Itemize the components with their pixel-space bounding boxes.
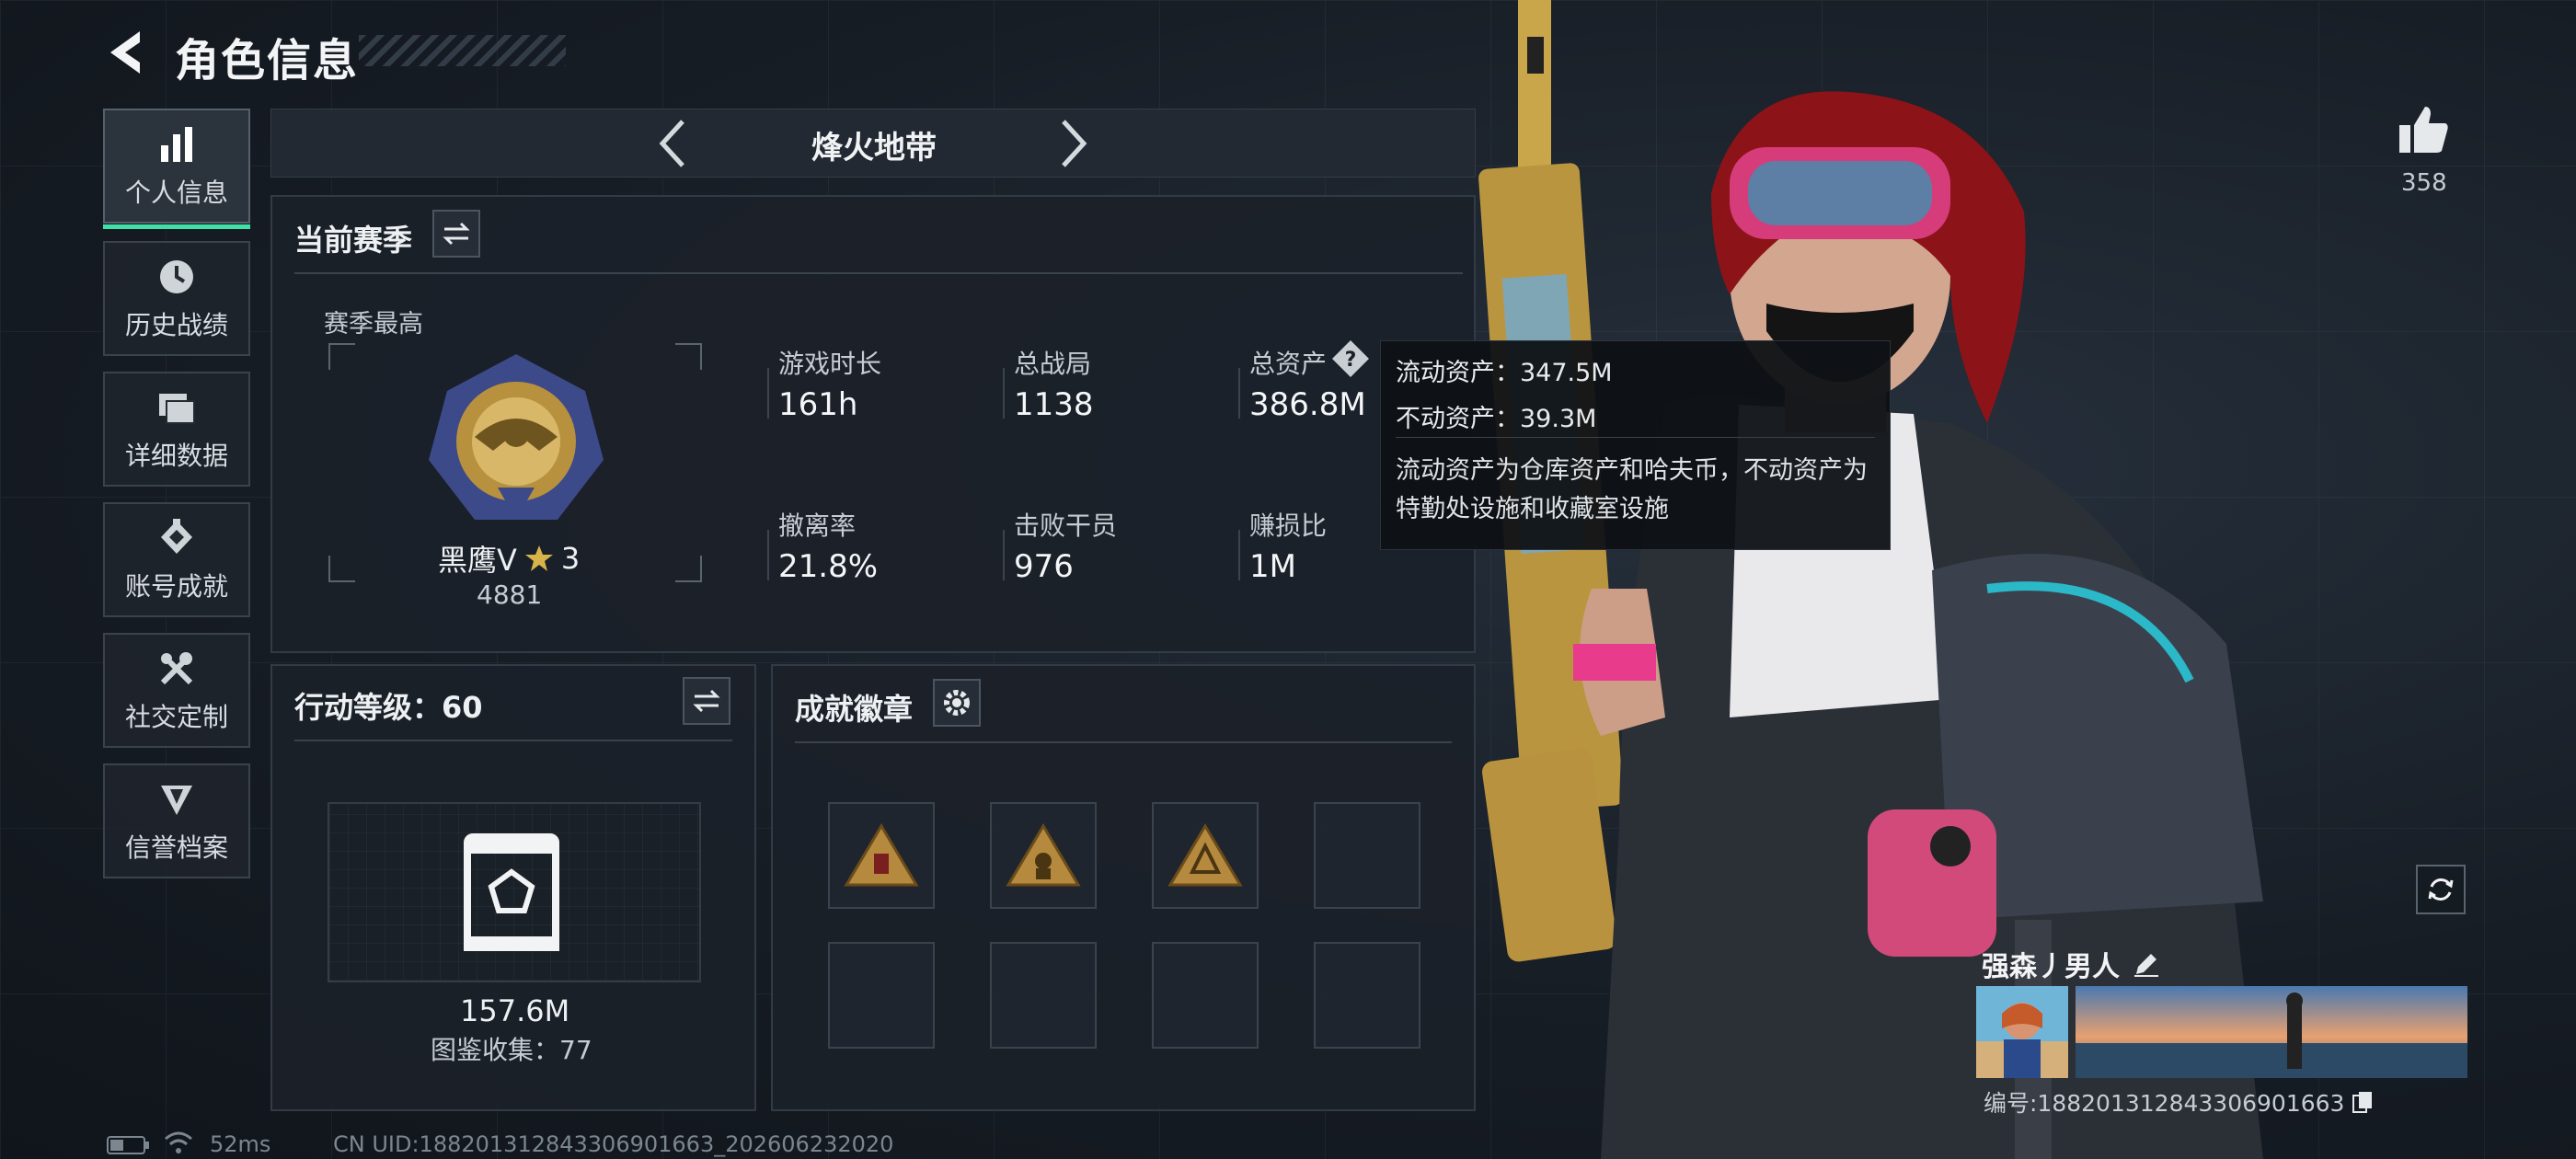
rank-emblem-icon — [429, 354, 604, 520]
badge-slot-3[interactable] — [1152, 802, 1259, 909]
star-icon — [524, 545, 553, 571]
divider — [294, 272, 1463, 274]
nav-item-history[interactable]: 历史战绩 — [103, 241, 250, 356]
folders-icon — [159, 393, 195, 424]
nav-item-achievements[interactable]: 账号成就 — [103, 502, 250, 617]
assets-tooltip: 流动资产：347.5M 不动资产：39.3M 流动资产为仓库资产和哈夫币，不动资… — [1380, 340, 1891, 550]
stat-value-profit-ratio: 1M — [1249, 548, 1296, 585]
badges-title: 成就徽章 — [795, 692, 914, 727]
player-id: 编号:18820131284330690​1663 — [1984, 1090, 2345, 1117]
character-illustration — [1478, 0, 2263, 1159]
chevron-right-icon[interactable] — [1054, 118, 1091, 169]
badge-slot-2[interactable] — [990, 802, 1097, 909]
stat-label-total-assets: 总资产 — [1249, 349, 1328, 379]
rank-stars: 3 — [560, 541, 581, 576]
stat-value-operators-defeated: 976 — [1014, 548, 1074, 585]
stat-value-extract-rate: 21.8% — [778, 548, 879, 585]
player-name: 强森丿男人 — [1982, 951, 2120, 983]
stat-value-total-matches: 1138 — [1014, 386, 1094, 423]
stat-separator — [1003, 530, 1005, 580]
badge-slot-7[interactable] — [1152, 942, 1259, 1049]
tools-icon — [160, 651, 193, 684]
ping-value: 52ms — [210, 1131, 271, 1157]
action-level-title: 行动等级：60 — [294, 690, 483, 725]
collection-value: 157.6M — [460, 993, 570, 1028]
mode-title: 烽火地带 — [811, 130, 937, 166]
stat-separator — [1238, 368, 1240, 419]
page-title: 角色信息 — [175, 35, 360, 86]
triangle-badge-icon — [844, 823, 919, 887]
bar-chart-icon — [161, 126, 192, 162]
like-count: 358 — [2401, 169, 2447, 197]
player-id-row: 编号:18820131284330690​1663 — [1984, 1085, 2374, 1119]
gear-icon — [944, 690, 970, 716]
nav-item-social-custom[interactable]: 社交定制 — [103, 633, 250, 748]
season-title: 当前赛季 — [294, 223, 413, 258]
stat-separator — [767, 530, 769, 580]
badge-slot-8[interactable] — [1314, 942, 1420, 1049]
swap-icon — [443, 222, 470, 246]
achievement-icon — [161, 518, 192, 554]
nav-item-detail-data[interactable]: 详细数据 — [103, 372, 250, 487]
divider — [294, 740, 732, 741]
uid-text: CN UID:18820131284330690​1663_2026062320… — [333, 1131, 894, 1157]
triangle-badge-icon — [1167, 823, 1243, 887]
triangle-badge-icon — [1006, 823, 1081, 887]
nav-item-credit-record[interactable]: 信誉档案 — [103, 763, 250, 878]
switch-level-button[interactable] — [683, 677, 730, 725]
profile-banner[interactable] — [2076, 986, 2467, 1078]
help-icon[interactable]: ? — [1330, 339, 1371, 379]
rank-score: 4881 — [477, 580, 543, 610]
stat-value-playtime: 161h — [778, 386, 858, 423]
tooltip-divider — [1396, 437, 1875, 438]
stat-label-playtime: 游戏时长 — [778, 349, 882, 379]
battery-icon — [107, 1136, 149, 1154]
svg-text:?: ? — [1345, 349, 1357, 372]
stat-label-operators-defeated: 击败干员 — [1014, 511, 1118, 541]
refresh-button[interactable] — [2416, 865, 2466, 914]
stat-label-total-matches: 总战局 — [1014, 349, 1092, 379]
tooltip-description: 流动资产为仓库资产和哈夫币，不动资产为特勤处设施和收藏室设施 — [1396, 456, 1868, 523]
stat-value-total-assets: 386.8M — [1249, 386, 1366, 423]
collection-count: 图鉴收集：77 — [431, 1035, 592, 1065]
wifi-icon — [165, 1131, 192, 1153]
nav-label: 社交定制 — [124, 701, 228, 732]
badge-settings-button[interactable] — [933, 679, 981, 727]
divider — [795, 741, 1452, 743]
nav-label: 账号成就 — [124, 570, 228, 602]
badge-slot-5[interactable] — [828, 942, 935, 1049]
collection-vault-icon — [464, 833, 559, 951]
copy-icon[interactable] — [2352, 1090, 2374, 1114]
refresh-icon — [2428, 878, 2454, 901]
stat-separator — [767, 368, 769, 419]
edit-pencil-icon[interactable] — [2133, 950, 2160, 978]
swap-icon — [693, 689, 720, 713]
chevron-left-icon[interactable] — [655, 118, 692, 169]
shield-badge-icon — [161, 785, 192, 815]
rank-name-row: 黑鹰V 3 — [438, 537, 580, 580]
nav-label: 详细数据 — [124, 440, 228, 471]
profile-name-row: 强森丿男人 — [1982, 944, 2160, 984]
badge-slot-4[interactable] — [1314, 802, 1420, 909]
nav-label: 历史战绩 — [124, 309, 228, 340]
thumbs-up-icon[interactable] — [2396, 103, 2451, 156]
stat-label-extract-rate: 撤离率 — [778, 511, 857, 541]
nav-label: 信誉档案 — [124, 832, 228, 863]
clock-icon — [160, 259, 193, 293]
title-decoration — [359, 35, 566, 66]
tooltip-liquid-assets: 流动资产：347.5M — [1396, 359, 1613, 387]
tooltip-fixed-assets: 不动资产：39.3M — [1396, 405, 1597, 433]
avatar[interactable] — [1976, 986, 2068, 1078]
nav-label: 个人信息 — [124, 177, 228, 208]
badge-slot-6[interactable] — [990, 942, 1097, 1049]
back-arrow-icon[interactable] — [103, 28, 149, 77]
badge-slot-1[interactable] — [828, 802, 935, 909]
nav-item-personal-info[interactable]: 个人信息 — [103, 109, 250, 229]
stat-label-profit-ratio: 赚损比 — [1249, 511, 1328, 541]
stat-separator — [1238, 530, 1240, 580]
season-best-label: 赛季最高 — [324, 310, 423, 339]
stat-separator — [1003, 368, 1005, 419]
switch-season-button[interactable] — [432, 210, 480, 258]
rank-name: 黑鹰V — [438, 543, 517, 578]
